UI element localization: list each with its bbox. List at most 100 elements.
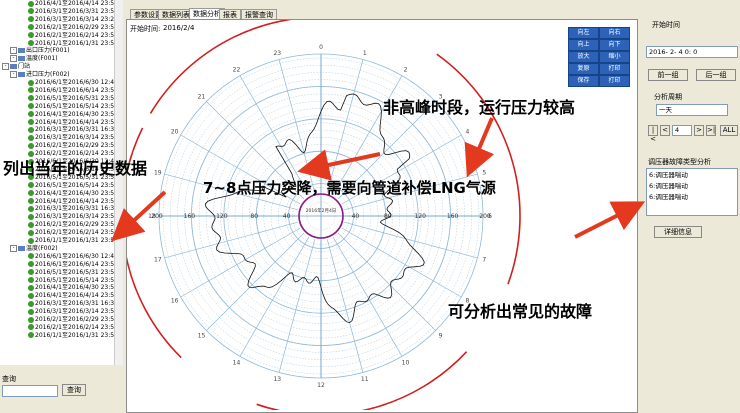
tree-item-record[interactable]: 2016/6/1至2016/6/30 12:4 (28, 79, 114, 87)
all-button[interactable]: ALL (720, 125, 738, 136)
tree-item-record[interactable]: 2016/2/1至2016/2/14 23:5 (28, 324, 114, 332)
tree-item-label: 出口压力(F001) (26, 47, 70, 55)
tree-item-record[interactable]: 2016/3/1至2016/3/31 16:3 (28, 205, 114, 213)
expand-toggle-icon[interactable]: - (2, 63, 9, 71)
limit-arc (149, 20, 293, 114)
history-tree[interactable]: 2016/4/1至2016/4/14 23:55 2016/3/1至2016/3/… (0, 0, 123, 365)
tree-item-label: 2016/5/1至2016/5/14 23:5 (35, 276, 115, 284)
start-time-picker[interactable]: 2016- 2- 4 0: 0 (646, 46, 738, 58)
center-date-label: 2016年2月4日 (306, 207, 337, 214)
up-button[interactable]: 向上 (568, 39, 599, 51)
tree-item-record[interactable]: 2016/5/1至2016/5/14 23:5 (28, 103, 114, 111)
page-input[interactable]: 4 (672, 125, 692, 136)
down-button[interactable]: 向下 (599, 39, 630, 51)
analysis-panel: 开始时间: 2016/2/4 200 160 120 80 40 40 80 120 160 20… (126, 19, 638, 413)
expand-toggle-icon[interactable]: - (10, 55, 17, 63)
query-button[interactable]: 查询 (62, 384, 86, 396)
tree-item-record[interactable]: 2016/4/1至2016/4/14 23:5 (28, 198, 114, 206)
axis-tick-label: 160 (184, 213, 196, 220)
record-icon (28, 300, 34, 307)
hour-label: 5 (482, 169, 486, 176)
print-button[interactable]: 打印 (599, 75, 630, 87)
tree-item-record[interactable]: 2016/6/1至2016/6/14 23:5 (28, 261, 114, 269)
fault-list[interactable]: 6:调压器喘动 6:调压器喘动 6:调压器喘动 (646, 168, 738, 216)
tree-item-label: 2016/6/1至2016/6/14 23:5 (35, 260, 115, 268)
prev-group-button[interactable]: 前一组 (648, 69, 688, 81)
record-icon (28, 190, 34, 197)
print-preview-button[interactable]: 打印 (599, 63, 630, 75)
tree-item-record[interactable]: 2016/3/1至2016/3/14 23:5 (28, 308, 114, 316)
hour-label: 1 (363, 50, 367, 57)
next-page-button[interactable]: > (694, 125, 704, 136)
tree-item-record[interactable]: 2016/2/1至2016/2/29 23:59 (28, 24, 118, 32)
tree-item-label: 2016/3/1至2016/3/31 16:3 (35, 300, 115, 308)
tree-item-record[interactable]: 2016/5/1至2016/5/14 23:5 (28, 277, 114, 285)
tree-item-record[interactable]: 2016/2/1至2016/2/29 23:5 (28, 221, 114, 229)
record-icon (28, 142, 34, 149)
hour-label: 12 (317, 382, 325, 389)
tree-item-record[interactable]: 2016/4/1至2016/4/30 23:5 (28, 111, 114, 119)
tree-item-label: 2016/4/1至2016/4/30 23:5 (35, 284, 115, 292)
next-group-button[interactable]: 后一组 (696, 69, 736, 81)
tree-node-station[interactable]: - 门站 (2, 63, 30, 71)
tree-scrollbar[interactable] (114, 0, 123, 365)
zoom-out-button[interactable]: 缩小 (599, 51, 630, 63)
hour-label: 17 (154, 257, 162, 264)
expand-toggle-icon[interactable]: - (10, 244, 17, 252)
tree-item-record[interactable]: 2016/2/1至2016/2/14 23:55 (28, 32, 118, 40)
hour-label: 0 (319, 44, 323, 51)
tree-item-record[interactable]: 2016/2/1至2016/2/29 23:5 (28, 142, 114, 150)
hour-label: 18 (148, 213, 156, 220)
tree-node-inlet-pressure[interactable]: - 进口压力(F002) (10, 71, 70, 79)
tree-item-record[interactable]: 2016/5/1至2016/5/14 23:5 (28, 182, 114, 190)
tree-item-record[interactable]: 2016/5/1至2016/5/31 23:5 (28, 269, 114, 277)
tree-item-record[interactable]: 2016/3/1至2016/3/14 23:5 (28, 134, 114, 142)
tree-node-temperature[interactable]: - 温度(F002) (10, 244, 58, 253)
right-button[interactable]: 向右 (599, 27, 630, 39)
record-icon (28, 316, 34, 323)
fault-item[interactable]: 6:调压器喘动 (649, 170, 737, 181)
tree-item-record[interactable]: 2016/3/1至2016/3/14 23:20 (28, 16, 118, 24)
expand-toggle-icon[interactable]: - (10, 71, 17, 79)
tree-item-record[interactable]: 2016/2/1至2016/2/14 23:5 (28, 229, 114, 237)
polar-pressure-chart: 200 160 120 80 40 40 80 120 160 20001234567891011… (127, 20, 521, 410)
tree-item-record[interactable]: 2016/1/1至2016/1/31 23:5 (28, 237, 114, 245)
save-button[interactable]: 保存 (568, 75, 599, 87)
tree-item-record[interactable]: 2016/1/1至2016/1/31 23:5 (28, 332, 114, 340)
fault-analysis-label: 调压器故障类型分析 (648, 158, 711, 166)
expand-toggle-icon[interactable]: - (10, 47, 17, 55)
tree-item-record[interactable]: 2016/3/1至2016/3/31 23:5 (28, 8, 114, 16)
tree-item-record[interactable]: 2016/3/1至2016/3/31 16:3 (28, 126, 114, 134)
tree-item-record[interactable]: 2016/2/1至2016/2/29 23:5 (28, 316, 114, 324)
tree-item-record[interactable]: 2016/5/1至2016/5/31 23:5 (28, 95, 114, 103)
zoom-in-button[interactable]: 放大 (568, 51, 599, 63)
left-button[interactable]: 向左 (568, 27, 599, 39)
tree-item-record[interactable]: 2016/6/1至2016/6/14 23:5 (28, 87, 114, 95)
tree-item-label: 2016/3/1至2016/3/14 23:5 (35, 213, 115, 221)
tree-item-record[interactable]: 2016/3/1至2016/3/31 16:3 (28, 300, 114, 308)
tree-item-record[interactable]: 2016/4/1至2016/4/14 23:55 (28, 0, 118, 8)
tree-item-label: 温度(F001) (26, 55, 58, 63)
tree-item-label: 2016/4/1至2016/4/30 23:5 (35, 110, 115, 118)
last-page-button[interactable]: >| (706, 125, 716, 136)
axis-tick-label: 40 (352, 213, 360, 220)
tree-item-record[interactable]: 2016/3/1至2016/3/14 23:5 (28, 213, 114, 221)
tree-item-record[interactable]: 2016/6/1至2016/6/30 12:4 (28, 253, 114, 261)
first-page-button[interactable]: |< (648, 125, 658, 143)
record-icon (28, 87, 34, 94)
tree-item-record[interactable]: 2016/4/1至2016/4/14 23:5 (28, 119, 114, 127)
tree-item-record[interactable]: 2016/4/1至2016/4/30 23:5 (28, 190, 114, 198)
hour-label: 21 (198, 93, 206, 100)
query-input[interactable] (2, 385, 58, 397)
analysis-cycle-select[interactable]: 一天 (656, 104, 728, 116)
reset-button[interactable]: 复原 (568, 63, 599, 75)
record-icon (28, 119, 34, 125)
fault-item[interactable]: 6:调压器喘动 (649, 192, 737, 203)
prev-page-button[interactable]: < (660, 125, 670, 136)
detail-info-button[interactable]: 详细信息 (654, 226, 702, 238)
tree-item-record[interactable]: 2016/4/1至2016/4/30 23:5 (28, 284, 114, 292)
hour-label: 15 (198, 333, 206, 340)
fault-item[interactable]: 6:调压器喘动 (649, 181, 737, 192)
tree-item-record[interactable]: 2016/4/1至2016/4/14 23:5 (28, 292, 114, 300)
record-icon (28, 292, 34, 299)
